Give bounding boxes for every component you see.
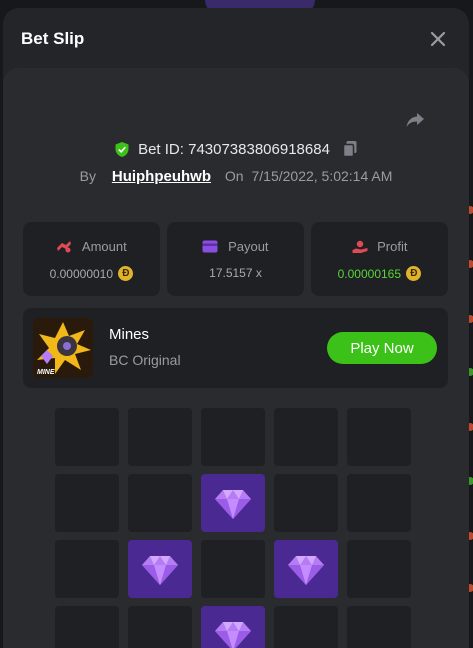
mine-tile <box>347 606 411 648</box>
mine-tile <box>274 606 338 648</box>
amount-label-row: Amount <box>23 238 160 254</box>
game-name: Mines <box>109 326 149 343</box>
mine-tile <box>55 540 119 598</box>
mine-tile <box>128 606 192 648</box>
mine-tile <box>274 474 338 532</box>
bet-datetime: 7/15/2022, 5:02:14 AM <box>251 168 392 184</box>
mine-tile <box>274 408 338 466</box>
mine-tile <box>347 540 411 598</box>
profit-hand-icon <box>352 240 368 254</box>
payout-label: Payout <box>228 239 268 254</box>
mine-tile <box>201 408 265 466</box>
copy-icon[interactable] <box>342 140 358 158</box>
bet-id-row: Bet ID: 74307383806918684 <box>3 140 469 158</box>
profit-card: Profit 0.00000165 Đ <box>311 222 448 296</box>
payout-label-row: Payout <box>167 238 304 254</box>
bet-amount-icon <box>56 240 72 253</box>
gem-icon <box>140 549 180 589</box>
amount-value: 0.00000010 <box>50 267 113 281</box>
gem-icon <box>213 483 253 523</box>
mine-tile-gem <box>201 474 265 532</box>
coin-icon: Đ <box>406 266 421 281</box>
mine-tile <box>55 408 119 466</box>
by-label: By <box>80 168 96 184</box>
thumbnail-label: MINE <box>37 369 55 376</box>
on-label: On <box>225 168 244 184</box>
mine-tile <box>128 474 192 532</box>
modal-body: Bet ID: 74307383806918684 By Huiphpeuhwb… <box>3 68 469 648</box>
play-now-button[interactable]: Play Now <box>327 332 437 364</box>
mine-tile-gem <box>274 540 338 598</box>
wallet-icon <box>202 240 218 253</box>
bet-stats: Amount 0.00000010 Đ Payout 17.5157 x <box>23 222 448 296</box>
bet-slip-modal: Bet Slip Bet ID: 74307383806918684 By Hu… <box>3 8 469 648</box>
game-card: MINE Mines BC Original Play Now <box>23 308 448 388</box>
amount-label: Amount <box>82 239 127 254</box>
amount-card: Amount 0.00000010 Đ <box>23 222 160 296</box>
mine-tile <box>55 606 119 648</box>
mines-game-thumbnail[interactable]: MINE <box>33 318 93 378</box>
bet-id-text: Bet ID: 74307383806918684 <box>138 141 330 158</box>
payout-card: Payout 17.5157 x <box>167 222 304 296</box>
modal-header: Bet Slip <box>3 8 469 68</box>
modal-title: Bet Slip <box>21 29 84 49</box>
gem-icon <box>213 615 253 648</box>
mines-grid <box>55 408 411 648</box>
profit-value-row: 0.00000165 Đ <box>311 266 448 281</box>
coin-icon: Đ <box>118 266 133 281</box>
share-icon[interactable] <box>403 108 427 132</box>
close-icon[interactable] <box>427 28 449 50</box>
profit-label: Profit <box>377 239 407 254</box>
mine-tile-gem <box>128 540 192 598</box>
mine-tile-gem <box>201 606 265 648</box>
profit-label-row: Profit <box>311 238 448 254</box>
shield-check-icon <box>114 141 130 158</box>
game-subtitle: BC Original <box>109 352 181 368</box>
amount-value-row: 0.00000010 Đ <box>23 266 160 281</box>
profit-value: 0.00000165 <box>338 267 401 281</box>
mine-tile <box>201 540 265 598</box>
mine-tile <box>55 474 119 532</box>
mine-tile <box>347 408 411 466</box>
mine-tile <box>347 474 411 532</box>
username-link[interactable]: Huiphpeuhwb <box>112 168 211 185</box>
mine-tile <box>128 408 192 466</box>
bet-meta-row: By Huiphpeuhwb On 7/15/2022, 5:02:14 AM <box>3 168 469 185</box>
payout-value: 17.5157 x <box>167 266 304 280</box>
gem-icon <box>286 549 326 589</box>
